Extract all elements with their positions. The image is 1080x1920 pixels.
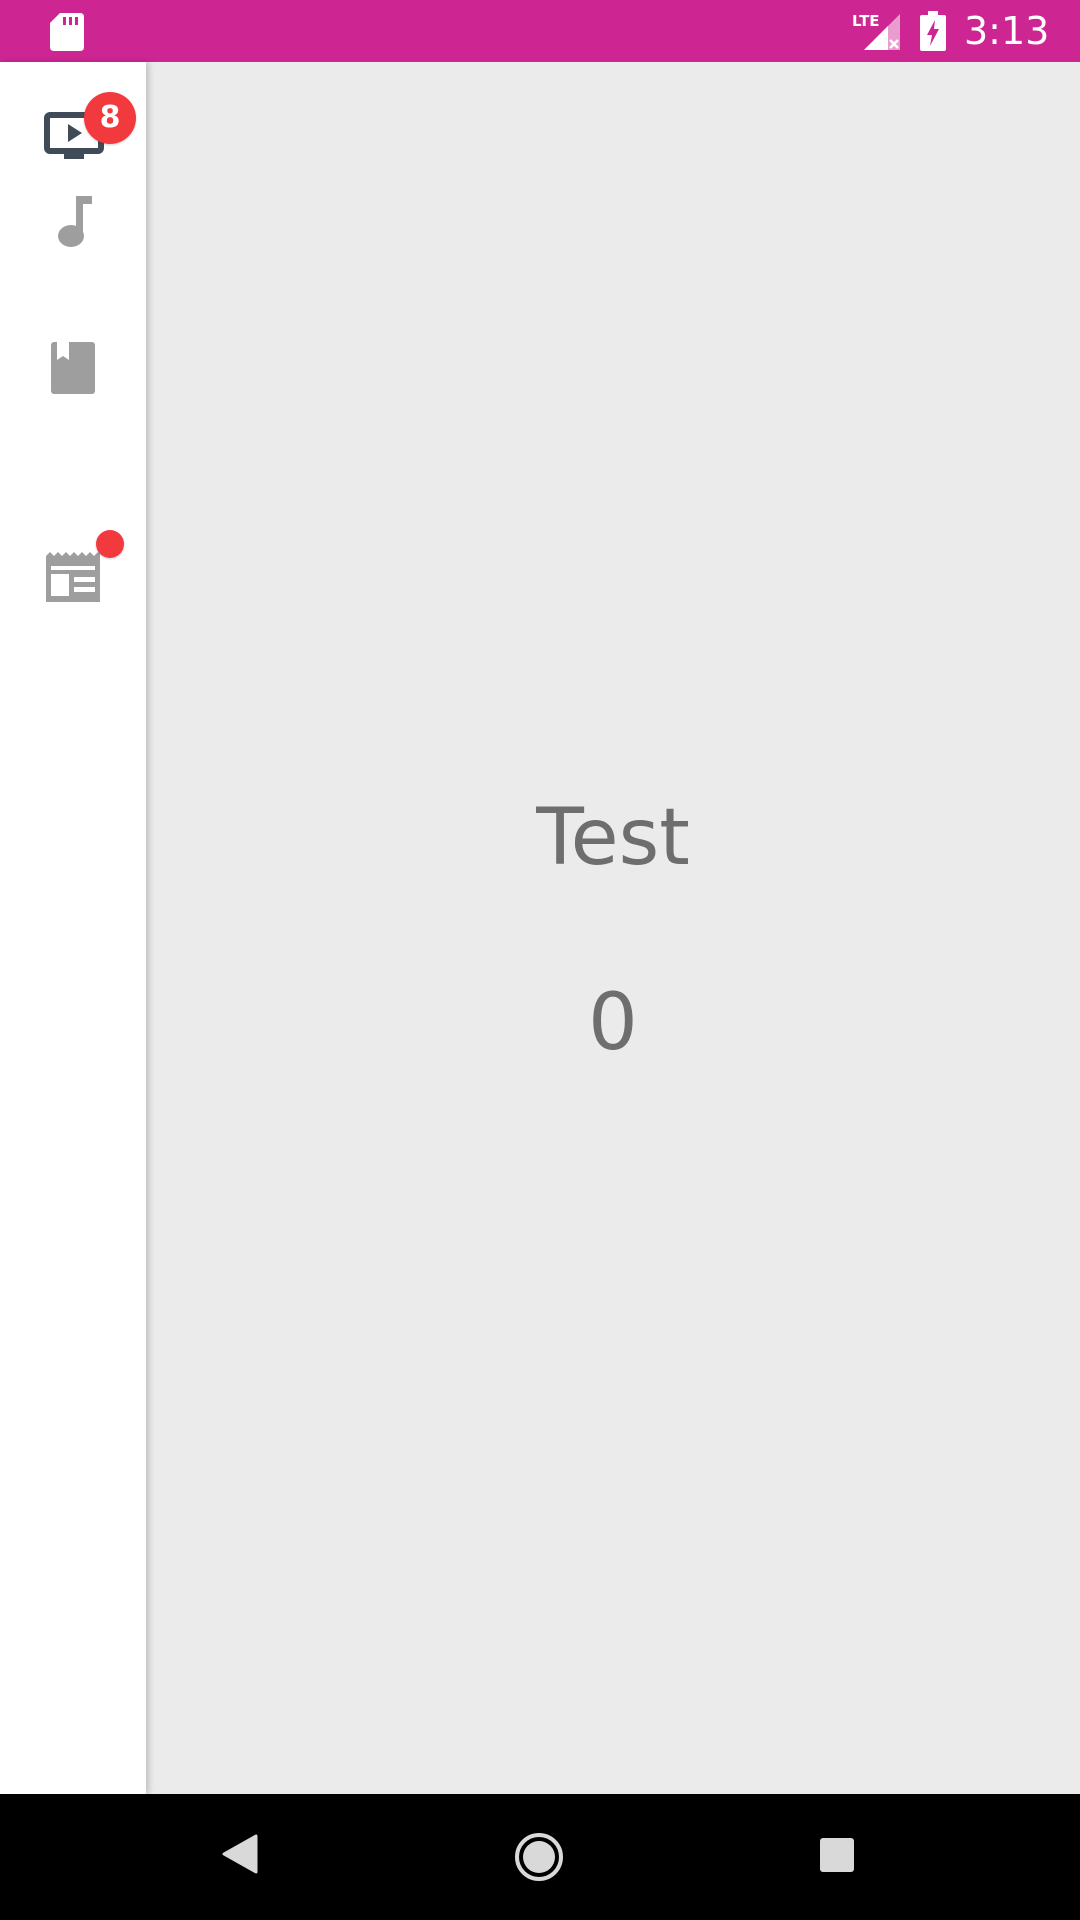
notification-dot-badge [96, 530, 124, 558]
book-icon [51, 342, 95, 394]
back-icon[interactable] [222, 1834, 258, 1874]
notification-count-badge: 8 [84, 92, 136, 144]
counter-value: 0 [588, 978, 638, 1068]
page-title: Test [536, 793, 690, 883]
home-icon[interactable] [514, 1832, 564, 1882]
nav-item-books[interactable] [0, 342, 146, 500]
status-clock: 3:13 [964, 9, 1050, 53]
music-note-icon [58, 196, 92, 247]
nav-item-video[interactable]: 8 [0, 62, 146, 208]
network-type-text: LTE [852, 12, 880, 30]
newspaper-icon [46, 552, 100, 602]
system-navigation-bar [0, 1794, 1080, 1920]
status-bar: LTE 3:13 [0, 0, 1080, 62]
lte-signal-icon: LTE [852, 12, 900, 50]
app-screen: LTE 3:13 8 Test 0 [0, 0, 1080, 1920]
sd-card-icon [50, 13, 84, 51]
side-navigation-rail: 8 [0, 62, 146, 1794]
battery-charging-icon [920, 11, 946, 51]
nav-item-news[interactable] [0, 500, 146, 646]
nav-item-music[interactable] [0, 196, 146, 354]
recents-icon[interactable] [820, 1838, 854, 1872]
